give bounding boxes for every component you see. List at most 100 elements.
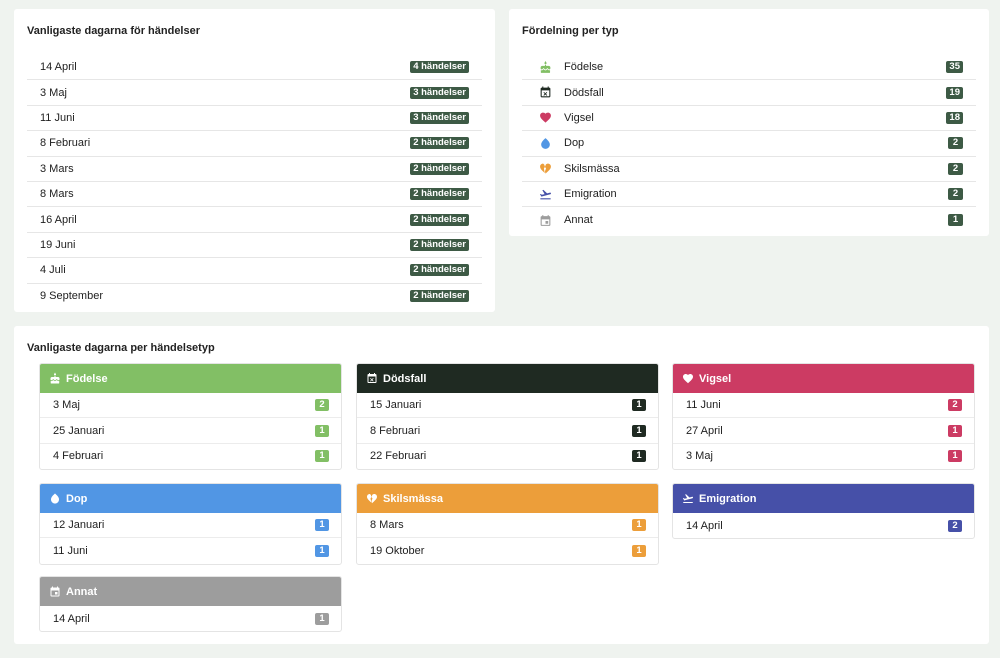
type-day-count-badge: 1 [315,424,329,437]
type-day-date: 12 Januari [53,519,105,532]
common-day-count-badge: 4 händelser [410,61,469,74]
calendar-x-icon [366,373,378,385]
type-day-date: 8 Mars [370,519,404,532]
type-day-count-badge: 1 [948,450,962,463]
distribution-row-födelse: Födelse 35 [522,55,976,81]
type-card-födelse: Födelse 3 Maj 2 25 Januari 1 4 Februari … [39,363,342,471]
distribution-count-badge: 19 [946,86,963,99]
type-day-date: 14 April [53,612,90,625]
distribution-count-badge: 2 [948,188,963,201]
type-day-date: 11 Juni [53,545,88,558]
type-day-date: 4 Februari [53,450,104,463]
type-card-header: Annat [40,577,341,606]
type-day-count-badge: 1 [632,424,646,437]
distribution-count-badge: 2 [948,162,963,175]
type-card-dop: Dop 12 Januari 1 11 Juni 1 [39,483,342,565]
plane-departure-icon [538,187,552,201]
type-card-title: Vigsel [699,372,732,385]
broken-heart-icon [538,162,552,176]
distribution-row-emigration: Emigration 2 [522,182,976,208]
type-day-count-badge: 1 [315,519,329,532]
common-days-card: Vanligaste dagarna för händelser 14 Apri… [14,9,495,312]
distribution-count-badge: 35 [946,61,963,74]
common-day-count-badge: 3 händelser [410,86,469,99]
common-day-row: 8 Februari 2 händelser [27,131,482,157]
calendar-icon [538,213,552,227]
common-day-count-badge: 3 händelser [410,111,469,124]
type-day-count-badge: 1 [632,399,646,412]
type-day-row: 15 Januari 1 [357,393,658,419]
type-card-vigsel: Vigsel 11 Juni 2 27 April 1 3 Maj 1 [672,363,975,471]
common-day-date: 14 April [40,61,77,74]
type-day-row: 4 Februari 1 [40,444,341,469]
common-day-date: 4 Juli [40,264,66,277]
type-day-count-badge: 2 [948,519,962,532]
common-day-date: 19 Juni [40,238,76,251]
type-day-date: 22 Februari [370,450,427,463]
type-day-count-badge: 2 [315,399,329,412]
type-day-row: 25 Januari 1 [40,418,341,444]
type-day-row: 11 Juni 2 [673,393,974,419]
common-day-row: 3 Mars 2 händelser [27,157,482,182]
distribution-label: Skilsmässa [564,162,620,175]
common-day-row: 8 Mars 2 händelser [27,182,482,208]
type-card-header: Dödsfall [357,364,658,393]
common-day-row: 11 Juni 3 händelser [27,106,482,132]
per-type-card: Vanligaste dagarna per händelsetyp Födel… [14,326,989,644]
heart-icon [538,111,552,125]
type-card-header: Vigsel [673,364,974,393]
common-day-count-badge: 2 händelser [410,264,469,277]
water-drop-icon [49,493,61,505]
type-card-emigration: Emigration 14 April 2 [672,483,975,540]
type-day-date: 3 Maj [686,450,713,463]
type-card-annat: Annat 14 April 1 [39,576,342,633]
common-days-list: 14 April 4 händelser 3 Maj 3 händelser 11 … [27,55,482,309]
distribution-label: Vigsel [564,111,594,124]
type-day-row: 14 April 1 [40,606,341,631]
common-day-count-badge: 2 händelser [410,290,469,303]
type-day-row: 8 Februari 1 [357,418,658,444]
type-day-count-badge: 1 [948,424,962,437]
type-day-count-badge: 1 [632,450,646,463]
type-card-title: Födelse [66,372,108,385]
type-day-row: 22 Februari 1 [357,444,658,469]
common-day-date: 8 Mars [40,188,74,201]
type-card-title: Annat [66,585,98,598]
type-day-count-badge: 1 [315,545,329,558]
distribution-list: Födelse 35 Dödsfall 19 Vigsel 18 Dop 2 S… [522,55,976,233]
distribution-title: Fördelning per typ [522,25,619,37]
common-day-row: 4 Juli 2 händelser [27,258,482,284]
distribution-label: Dop [564,137,585,150]
type-day-date: 15 Januari [370,399,422,412]
type-day-date: 8 Februari [370,424,421,437]
plane-departure-icon [682,493,694,505]
type-day-count-badge: 1 [315,612,329,625]
common-day-date: 8 Februari [40,137,91,150]
type-day-count-badge: 1 [315,450,329,463]
common-day-date: 11 Juni [40,111,75,124]
common-day-count-badge: 2 händelser [410,188,469,201]
calendar-icon [49,586,61,598]
type-card-title: Skilsmässa [383,492,443,505]
common-day-date: 3 Maj [40,86,67,99]
common-day-count-badge: 2 händelser [410,162,469,175]
distribution-label: Födelse [564,61,604,74]
type-day-date: 11 Juni [686,399,721,412]
per-type-title: Vanligaste dagarna per händelsetyp [27,342,215,354]
distribution-label: Dödsfall [564,86,604,99]
distribution-row-dödsfall: Dödsfall 19 [522,80,976,106]
distribution-row-vigsel: Vigsel 18 [522,106,976,132]
type-day-row: 14 April 2 [673,513,974,538]
common-day-row: 16 April 2 händelser [27,207,482,233]
heart-icon [682,373,694,385]
type-card-title: Dop [66,492,88,505]
distribution-row-annat: Annat 1 [522,207,976,232]
common-day-count-badge: 2 händelser [410,137,469,150]
common-days-title: Vanligaste dagarna för händelser [27,25,201,37]
type-day-date: 3 Maj [53,399,80,412]
type-day-row: 8 Mars 1 [357,513,658,539]
common-day-date: 16 April [40,213,77,226]
water-drop-icon [538,136,552,150]
type-day-row: 11 Juni 1 [40,538,341,563]
common-day-row: 9 September 2 händelser [27,284,482,309]
